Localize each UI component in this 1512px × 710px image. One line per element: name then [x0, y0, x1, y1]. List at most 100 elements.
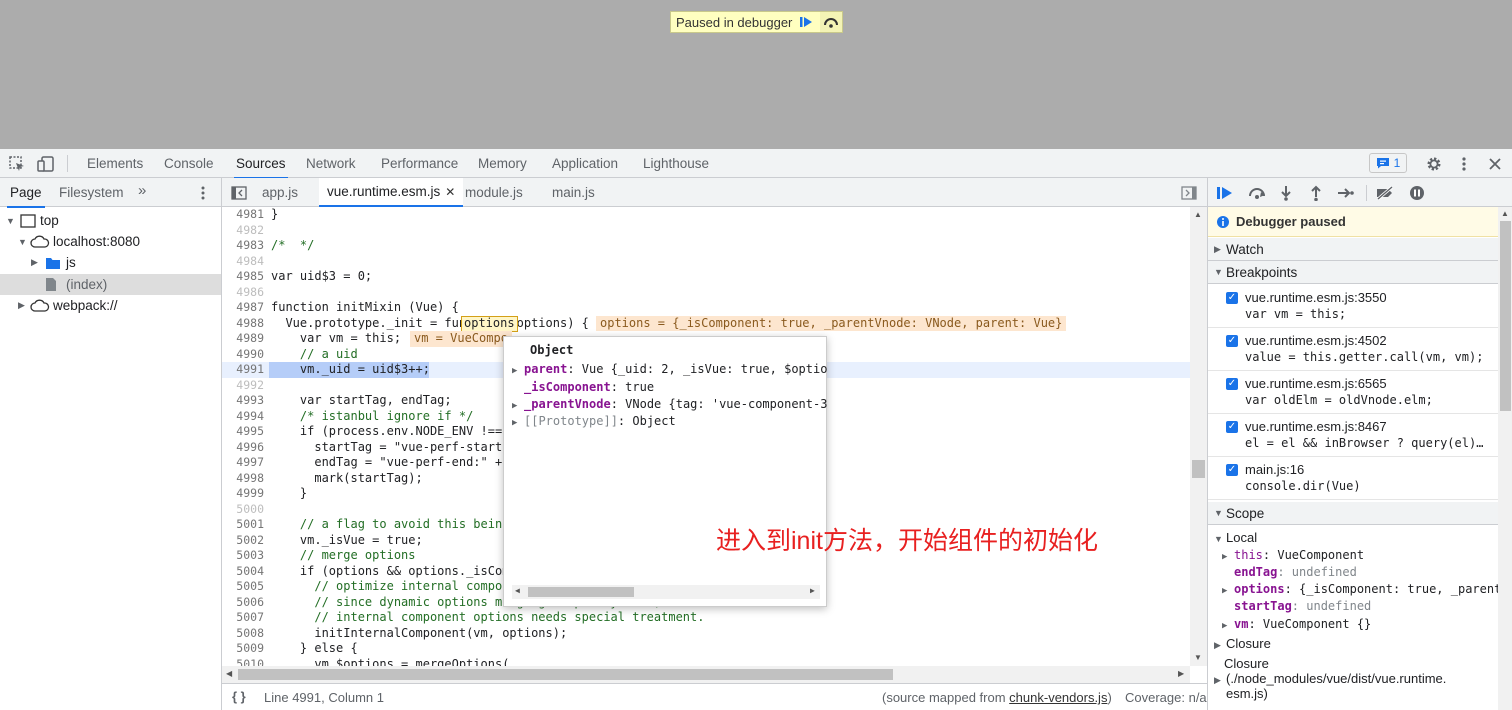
nav-tab-page[interactable]: Page — [7, 185, 45, 208]
debugger-vertical-scrollbar[interactable]: ▲ — [1498, 207, 1512, 710]
file-tab-label: vue.runtime.esm.js — [327, 184, 441, 199]
collapsed-triangle-icon: ▶ — [18, 300, 25, 310]
inspected-page-viewport: Paused in debugger — [0, 0, 1512, 149]
cloud-icon — [30, 299, 50, 312]
tab-elements[interactable]: Elements — [87, 156, 143, 171]
checkbox-checked[interactable]: ✓ — [1226, 421, 1238, 433]
collapsed-triangle-icon: ▶ — [1214, 243, 1221, 254]
navigator-menu-icon[interactable] — [197, 184, 209, 202]
step-out-icon[interactable] — [1306, 183, 1326, 203]
scope-closure[interactable]: ▶ Closure — [1214, 635, 1271, 652]
tab-sources[interactable]: Sources — [234, 156, 288, 179]
scope-row[interactable]: startTag: undefined — [1234, 598, 1371, 615]
step-into-icon[interactable] — [1276, 183, 1296, 203]
file-icon — [46, 278, 56, 291]
breakpoint-item[interactable]: ✓ vue.runtime.esm.js:6565 var oldElm = old… — [1208, 371, 1498, 414]
pretty-print-icon[interactable]: { } — [232, 689, 246, 704]
nav-more-tabs[interactable]: » — [138, 182, 146, 199]
popover-row[interactable]: ▶ _parentVnode: VNode {tag: 'vue-componen… — [512, 396, 827, 413]
step-over-icon[interactable] — [1246, 183, 1268, 203]
debugger-toolbar — [1208, 178, 1512, 207]
frame-icon — [20, 213, 36, 228]
code-line: 4983/* */ — [236, 238, 315, 252]
close-tab-icon[interactable]: ✕ — [445, 185, 455, 199]
more-options-icon[interactable] — [1456, 154, 1472, 174]
scope-section-header[interactable]: ▼ Scope — [1208, 502, 1498, 525]
tab-network[interactable]: Network — [306, 156, 356, 171]
issues-badge[interactable]: 1 — [1369, 153, 1407, 173]
pause-on-exceptions-icon[interactable] — [1406, 183, 1428, 203]
checkbox-checked[interactable]: ✓ — [1226, 378, 1238, 390]
file-tab-main-js[interactable]: main.js — [544, 178, 603, 207]
toggle-navigator-icon[interactable] — [230, 184, 248, 202]
tree-item-localhost[interactable]: ▼ localhost:8080 — [0, 231, 221, 252]
resume-icon[interactable] — [795, 12, 817, 32]
source-map-link[interactable]: chunk-vendors.js — [1009, 690, 1107, 705]
code-line: 4981} — [236, 207, 279, 221]
tree-item-index[interactable]: (index) — [0, 274, 221, 295]
hovered-token[interactable]: options — [464, 316, 515, 332]
toggle-debugger-icon[interactable] — [1180, 184, 1198, 202]
scope-row[interactable]: endTag: undefined — [1234, 564, 1357, 581]
file-tab-vue-runtime[interactable]: vue.runtime.esm.js ✕ — [319, 178, 464, 207]
breakpoint-item[interactable]: ✓ vue.runtime.esm.js:3550 var vm = this; — [1208, 285, 1498, 328]
scroll-thumb[interactable] — [1192, 460, 1205, 478]
expanded-triangle-icon: ▼ — [18, 236, 27, 247]
scope-row[interactable]: ▶ vm: VueComponent {} — [1222, 616, 1371, 633]
annotation-text: 进入到init方法，开始组件的初始化 — [716, 527, 1098, 555]
scroll-thumb[interactable] — [528, 587, 634, 597]
folder-icon — [46, 257, 60, 269]
step-over-icon[interactable] — [820, 12, 843, 32]
scope-local-header[interactable]: ▼ Local — [1214, 529, 1257, 546]
watch-section-header[interactable]: ▶ Watch — [1208, 238, 1498, 261]
code-line: 4986 — [236, 284, 264, 299]
tab-console[interactable]: Console — [164, 156, 214, 171]
scroll-thumb[interactable] — [238, 669, 893, 680]
debugger-sidebar: Debugger paused ▶ Watch ▼ Breakpoints ✓ v… — [1207, 178, 1512, 710]
expanded-triangle-icon: ▼ — [1214, 267, 1223, 277]
checkbox-checked[interactable]: ✓ — [1226, 292, 1238, 304]
tab-application[interactable]: Application — [552, 156, 618, 171]
settings-gear-icon[interactable] — [1424, 154, 1444, 174]
popover-row[interactable]: _isComponent: true — [524, 379, 654, 396]
popover-horizontal-scrollbar[interactable]: ◀ ▶ — [512, 585, 820, 599]
object-preview-popover[interactable]: Object ▶ parent: Vue {_uid: 2, _isVue: tr… — [503, 336, 827, 607]
tree-label-top: top — [40, 213, 59, 228]
tab-performance[interactable]: Performance — [381, 156, 458, 171]
file-tab-app-js[interactable]: app.js — [254, 178, 306, 207]
file-tab-module-js[interactable]: module.js — [457, 178, 531, 207]
tree-item-js[interactable]: ▶ js — [0, 252, 221, 273]
popover-row[interactable]: ▶ parent: Vue {_uid: 2, _isVue: true, $op… — [512, 361, 827, 378]
expanded-triangle-icon: ▼ — [6, 215, 15, 226]
breakpoint-item[interactable]: ✓ vue.runtime.esm.js:4502 value = this.get… — [1208, 328, 1498, 371]
tab-lighthouse[interactable]: Lighthouse — [643, 156, 709, 171]
sources-navigator: Page Filesystem » ▼ top ▼ localhost:8080… — [0, 178, 222, 710]
inspect-element-icon[interactable] — [8, 155, 26, 173]
tree-label-index: (index) — [66, 277, 108, 292]
code-line: 5007 // internal component options needs… — [236, 610, 705, 624]
tab-memory[interactable]: Memory — [478, 156, 527, 171]
breakpoints-section-header[interactable]: ▼ Breakpoints — [1208, 261, 1498, 284]
popover-row[interactable]: ▶ [[Prototype]]: Object — [512, 413, 676, 430]
coverage-status: Coverage: n/a — [1125, 690, 1207, 705]
editor-horizontal-scrollbar[interactable]: ◀ ▶ — [222, 666, 1190, 683]
close-devtools-icon[interactable] — [1486, 154, 1504, 174]
debugger-paused-message: Debugger paused — [1208, 207, 1498, 237]
editor-vertical-scrollbar[interactable]: ▲ ▼ — [1190, 207, 1207, 666]
device-toolbar-icon[interactable] — [36, 155, 56, 173]
paused-in-debugger-banner: Paused in debugger — [670, 11, 844, 33]
breakpoint-item[interactable]: ✓ vue.runtime.esm.js:8467 el = el && inBro… — [1208, 414, 1498, 457]
scroll-thumb[interactable] — [1500, 221, 1511, 411]
checkbox-checked[interactable]: ✓ — [1226, 335, 1238, 347]
message-icon — [1376, 158, 1389, 169]
breakpoint-item[interactable]: ✓ main.js:16 console.dir(Vue) — [1208, 457, 1498, 500]
tree-item-webpack[interactable]: ▶ webpack:// — [0, 295, 221, 316]
resume-icon[interactable] — [1214, 183, 1236, 203]
deactivate-breakpoints-icon[interactable] — [1374, 183, 1396, 203]
checkbox-checked[interactable]: ✓ — [1226, 464, 1238, 476]
scope-row[interactable]: ▶ this: VueComponent — [1222, 547, 1364, 564]
tree-item-top[interactable]: ▼ top — [0, 210, 221, 231]
step-icon[interactable] — [1336, 183, 1356, 203]
nav-tab-filesystem[interactable]: Filesystem — [59, 185, 124, 200]
scope-row[interactable]: ▶ options: {_isComponent: true, _parent — [1222, 581, 1501, 598]
